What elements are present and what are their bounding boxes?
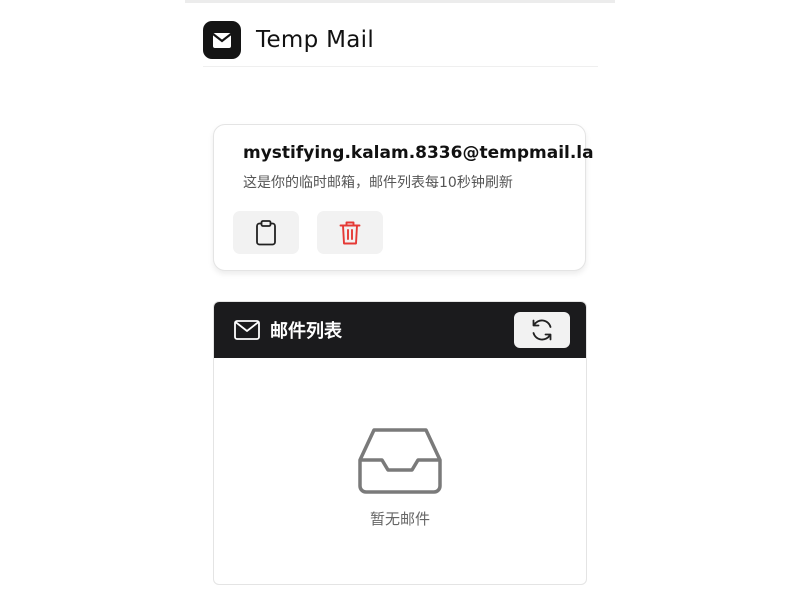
- app-logo[interactable]: [203, 21, 241, 59]
- refresh-button[interactable]: [514, 312, 570, 348]
- top-divider: [185, 0, 615, 3]
- inbox-tray-icon: [358, 428, 442, 494]
- email-hint: 这是你的临时邮箱，邮件列表每10秒钟刷新: [243, 175, 513, 191]
- empty-state-text: 暂无邮件: [369, 510, 430, 528]
- empty-state: 暂无邮件: [214, 426, 586, 529]
- email-card: mystifying.kalam.8336@tempmail.la 这是你的临时…: [213, 124, 594, 271]
- trash-icon: [339, 221, 361, 244]
- email-address[interactable]: mystifying.kalam.8336@tempmail.la: [243, 143, 594, 163]
- inbox-title: 邮件列表: [270, 321, 342, 342]
- app-header: Temp Mail: [203, 14, 598, 67]
- inbox-panel: 邮件列表 暂无邮件: [213, 301, 587, 585]
- copy-button[interactable]: [233, 211, 299, 254]
- page: Temp Mail mystifying.kalam.8336@tempmail…: [0, 0, 800, 600]
- inbox-header: 邮件列表: [214, 302, 586, 358]
- envelope-icon: [213, 32, 231, 48]
- delete-button[interactable]: [317, 211, 383, 254]
- app-title: Temp Mail: [256, 27, 375, 53]
- refresh-icon: [532, 319, 552, 341]
- mail-icon: [234, 320, 260, 340]
- clipboard-icon: [256, 219, 276, 245]
